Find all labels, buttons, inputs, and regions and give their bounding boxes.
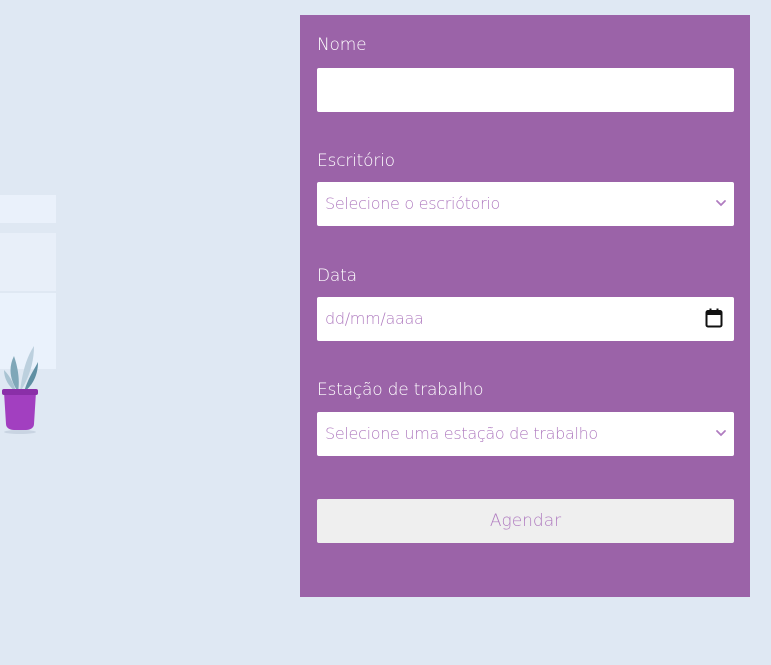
workstation-label: Estação de trabalho (317, 380, 484, 400)
booking-form-panel: Nome Escritório Selecione o escriótorio … (300, 15, 750, 597)
name-label: Nome (317, 35, 367, 55)
calendar-icon[interactable] (705, 308, 723, 328)
workstation-select-value: Selecione uma estação de trabalho (325, 424, 598, 443)
plant-pot-rim (2, 389, 38, 395)
chevron-down-icon (716, 430, 726, 437)
office-select[interactable]: Selecione o escriótorio (317, 182, 734, 226)
office-select-value: Selecione o escriótorio (325, 194, 501, 213)
shelf-panel-middle (0, 233, 56, 291)
date-label: Data (317, 266, 357, 286)
office-label: Escritório (317, 151, 395, 171)
schedule-button[interactable]: Agendar (317, 499, 734, 543)
plant-shadow (4, 430, 36, 434)
name-input[interactable] (317, 68, 734, 112)
chevron-down-icon (716, 200, 726, 207)
desk-plant-illustration (0, 195, 56, 434)
date-input-placeholder: dd/mm/aaaa (325, 309, 424, 328)
name-field[interactable] (317, 68, 734, 112)
date-field[interactable]: dd/mm/aaaa (317, 297, 734, 341)
shelf-panel-top (0, 195, 56, 223)
plant-pot (4, 392, 36, 430)
office-illustration (0, 180, 90, 440)
workstation-select[interactable]: Selecione uma estação de trabalho (317, 412, 734, 456)
